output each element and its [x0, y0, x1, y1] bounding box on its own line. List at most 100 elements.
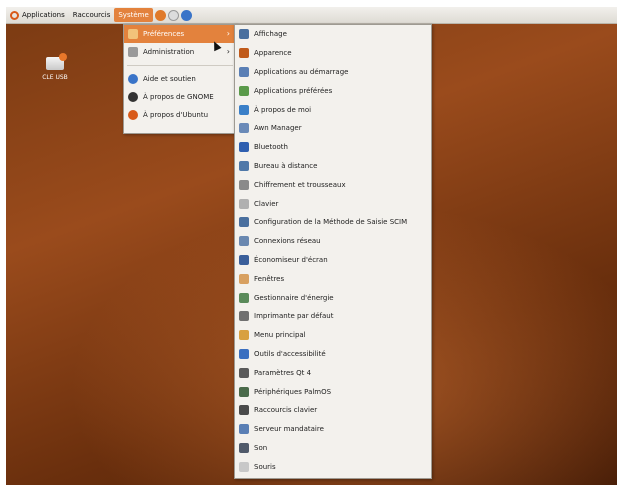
- firefox-icon[interactable]: [154, 9, 166, 21]
- menu-item-appearance[interactable]: Apparence: [235, 44, 431, 63]
- ubuntu-logo-icon: [10, 10, 19, 20]
- gnome-icon: [128, 92, 138, 102]
- raccourcis-label: Raccourcis: [72, 11, 111, 19]
- mail-icon[interactable]: [167, 9, 179, 21]
- menu-item-label: À propos de GNOME: [143, 93, 214, 101]
- accessibility-icon: [239, 348, 249, 359]
- help-launcher-icon[interactable]: [180, 9, 192, 21]
- menu-item-remote-desktop[interactable]: Bureau à distance: [235, 157, 431, 176]
- menu-item-label: Apparence: [254, 49, 292, 58]
- menu-item-label: Menu principal: [254, 331, 306, 340]
- applications-menu[interactable]: Applications: [6, 8, 69, 22]
- chevron-right-icon: ›: [226, 47, 230, 56]
- menu-separator: [127, 65, 233, 66]
- systeme-label: Système: [118, 11, 149, 19]
- menu-item-label: Son: [254, 443, 268, 452]
- printer-icon: [239, 311, 249, 322]
- menu-item-label: Aide et soutien: [143, 75, 196, 83]
- palmos-icon: [239, 386, 249, 397]
- administration-icon: [128, 47, 138, 57]
- menu-item-label: Paramètres Qt 4: [254, 368, 312, 377]
- desktop: Applications Raccourcis Système CLE USB …: [6, 7, 617, 485]
- menu-item-display[interactable]: Affichage: [235, 25, 431, 44]
- menu-item-about-gnome[interactable]: À propos de GNOME: [124, 88, 236, 106]
- menu-item-label: Bluetooth: [254, 143, 288, 152]
- menu-item-bluetooth[interactable]: Bluetooth: [235, 138, 431, 157]
- preferences-icon: [128, 29, 138, 39]
- menu-item-label: Préférences: [143, 30, 185, 38]
- menu-item-label: Clavier: [254, 199, 279, 208]
- qt-settings-icon: [239, 367, 249, 378]
- menu-item-mouse[interactable]: Souris: [235, 457, 431, 476]
- usb-drive-icon: [46, 53, 67, 70]
- menu-item-main-menu[interactable]: Menu principal: [235, 326, 431, 345]
- menu-item-about-me[interactable]: À propos de moi: [235, 100, 431, 119]
- systeme-menu[interactable]: Système: [114, 8, 153, 22]
- menu-item-windows[interactable]: Fenêtres: [235, 269, 431, 288]
- network-icon: [239, 236, 249, 247]
- windows-icon: [239, 273, 249, 284]
- top-panel: Applications Raccourcis Système: [6, 7, 617, 24]
- bluetooth-icon: [239, 142, 249, 153]
- menu-item-label: Configuration de la Méthode de Saisie SC…: [254, 218, 408, 227]
- menu-item-label: Applications préférées: [254, 86, 333, 95]
- menu-item-label: Applications au démarrage: [254, 67, 349, 76]
- menu-item-sound[interactable]: Son: [235, 439, 431, 458]
- menu-item-label: Chiffrement et trousseaux: [254, 180, 346, 189]
- menu-item-label: Gestionnaire d'énergie: [254, 293, 334, 302]
- menu-item-help[interactable]: Aide et soutien: [124, 70, 236, 88]
- screenshot-frame: Applications Raccourcis Système CLE USB …: [0, 0, 619, 489]
- proxy-icon: [239, 424, 249, 435]
- menu-item-palmos[interactable]: Périphériques PalmOS: [235, 382, 431, 401]
- menu-item-scim[interactable]: Configuration de la Méthode de Saisie SC…: [235, 213, 431, 232]
- menu-item-label: Connexions réseau: [254, 237, 321, 246]
- chevron-right-icon: ›: [226, 29, 230, 38]
- menu-item-label: Fenêtres: [254, 274, 285, 283]
- scim-icon: [239, 217, 249, 228]
- startup-icon: [239, 66, 249, 77]
- menu-item-label: Bureau à distance: [254, 161, 318, 170]
- applications-label: Applications: [22, 11, 65, 19]
- menu-item-label: À propos de moi: [254, 105, 312, 114]
- ubuntu-icon: [128, 110, 138, 120]
- menu-item-network[interactable]: Connexions réseau: [235, 232, 431, 251]
- menu-item-label: À propos d'Ubuntu: [143, 111, 209, 119]
- menu-item-proxy[interactable]: Serveur mandataire: [235, 420, 431, 439]
- display-icon: [239, 29, 249, 40]
- menu-item-label: Administration: [143, 48, 195, 56]
- preferences-submenu: Affichage Apparence Applications au démarr…: [234, 24, 432, 479]
- menu-item-power[interactable]: Gestionnaire d'énergie: [235, 288, 431, 307]
- menu-item-accessibility[interactable]: Outils d'accessibilité: [235, 345, 431, 364]
- menu-item-label: Économiseur d'écran: [254, 255, 328, 264]
- usb-label: CLE USB: [42, 74, 68, 81]
- sound-icon: [239, 442, 249, 453]
- menu-item-encryption[interactable]: Chiffrement et trousseaux: [235, 175, 431, 194]
- menu-item-label: Raccourcis clavier: [254, 406, 318, 415]
- raccourcis-menu[interactable]: Raccourcis: [69, 8, 115, 22]
- system-menu: Préférences › Administration › Aide et s…: [123, 24, 237, 134]
- menu-item-preferences[interactable]: Préférences ›: [124, 25, 236, 43]
- menu-item-label: Awn Manager: [254, 124, 302, 133]
- menu-item-shortcuts[interactable]: Raccourcis clavier: [235, 401, 431, 420]
- remote-desktop-icon: [239, 160, 249, 171]
- keyboard-icon: [239, 198, 249, 209]
- shortcuts-icon: [239, 405, 249, 416]
- menu-item-qt-settings[interactable]: Paramètres Qt 4: [235, 363, 431, 382]
- menu-item-startup[interactable]: Applications au démarrage: [235, 63, 431, 82]
- usb-drive-desktop-icon[interactable]: CLE USB: [32, 53, 78, 81]
- help-icon: [128, 74, 138, 84]
- menu-item-label: Souris: [254, 462, 276, 471]
- menu-item-awn[interactable]: Awn Manager: [235, 119, 431, 138]
- menu-item-screensaver[interactable]: Économiseur d'écran: [235, 251, 431, 270]
- main-menu-icon: [239, 330, 249, 341]
- awn-icon: [239, 123, 249, 134]
- menu-item-about-ubuntu[interactable]: À propos d'Ubuntu: [124, 106, 236, 124]
- menu-item-printer[interactable]: Imprimante par défaut: [235, 307, 431, 326]
- menu-item-label: Serveur mandataire: [254, 425, 324, 434]
- about-me-icon: [239, 104, 249, 115]
- menu-item-preferred-apps[interactable]: Applications préférées: [235, 81, 431, 100]
- menu-item-keyboard[interactable]: Clavier: [235, 194, 431, 213]
- preferences-list: Affichage Apparence Applications au démarr…: [235, 25, 431, 476]
- menu-item-label: Imprimante par défaut: [254, 312, 334, 321]
- mouse-icon: [239, 461, 249, 472]
